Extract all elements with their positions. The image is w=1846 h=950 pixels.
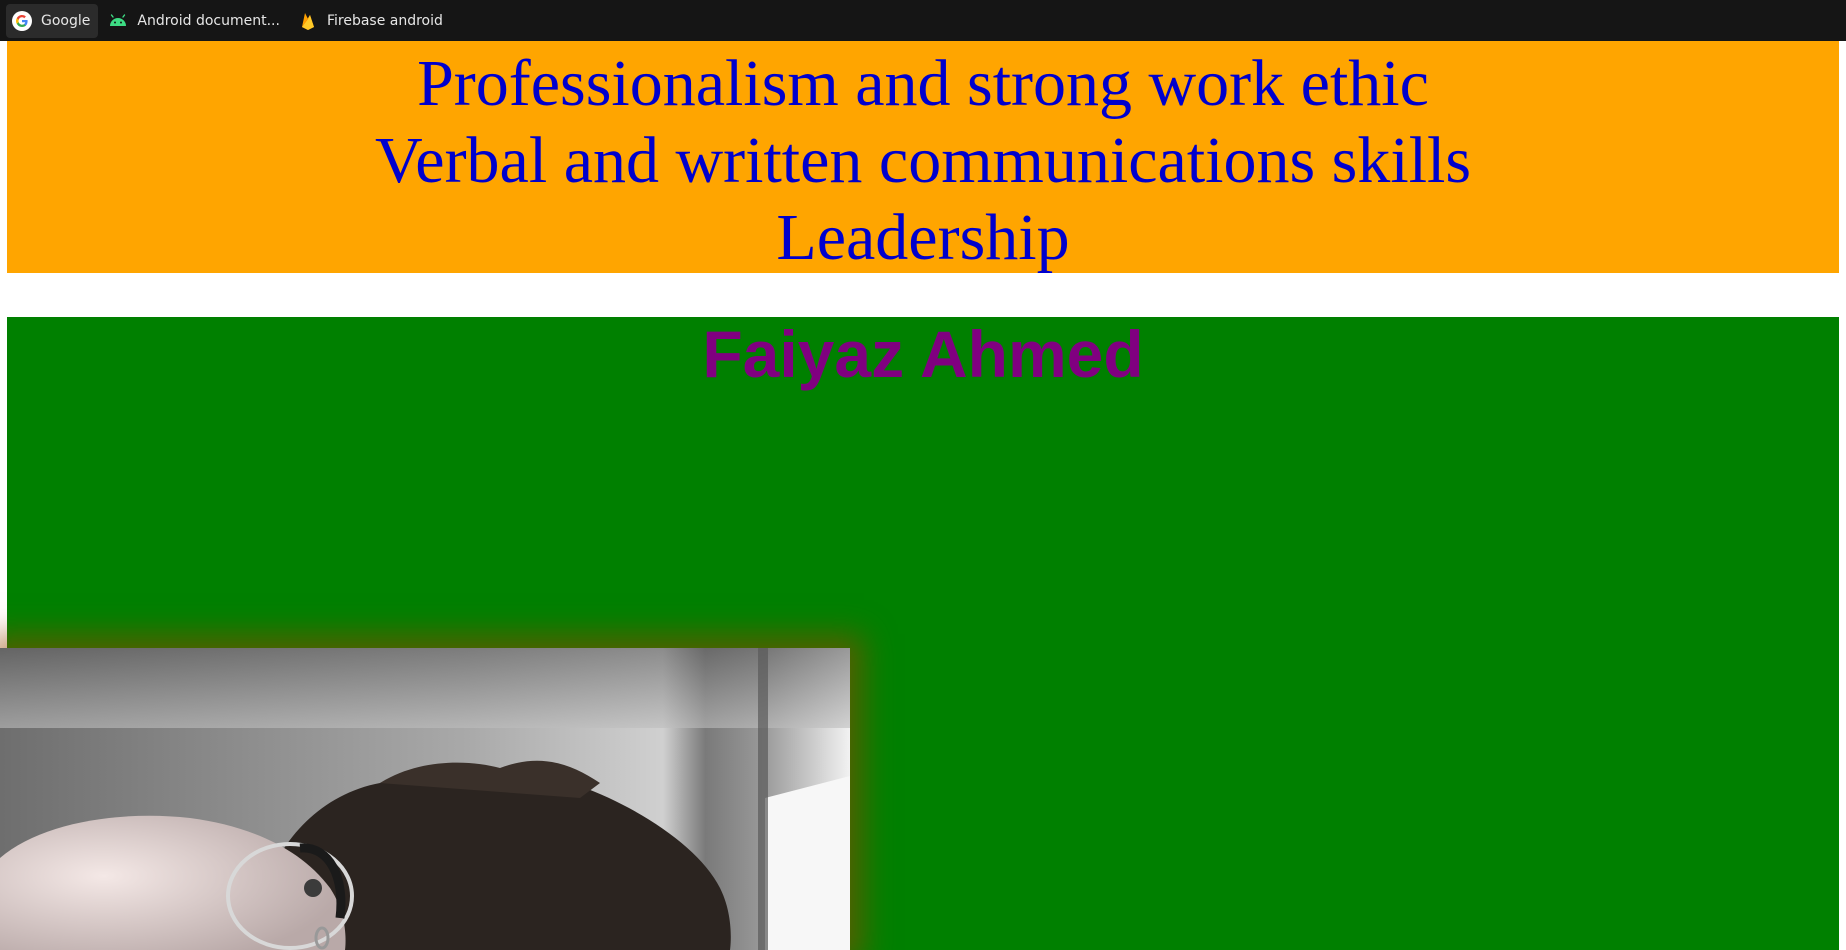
profile-name-heading: Faiyaz Ahmed (702, 317, 1144, 391)
bookmark-firebase-android[interactable]: Firebase android (292, 4, 451, 38)
bookmark-google[interactable]: Google (6, 3, 99, 38)
google-icon (12, 10, 32, 31)
profile-photo (0, 648, 850, 950)
bookmark-label: Firebase android (326, 12, 443, 29)
android-icon (108, 11, 128, 31)
firebase-icon (298, 11, 318, 31)
skill-item: Professionalism and strong work ethic (417, 47, 1429, 120)
skills-section: Professionalism and strong work ethic Ve… (7, 41, 1839, 274)
bookmark-label: Google (41, 12, 91, 29)
skill-item: Verbal and written communications skills (374, 124, 1472, 197)
skill-item: Leadership (776, 201, 1070, 274)
bookmark-label: Android document... (137, 12, 280, 29)
bookmarks-bar: Google Android document... Firebase andr… (0, 0, 1846, 41)
bookmark-android-documentation[interactable]: Android document... (102, 4, 288, 38)
